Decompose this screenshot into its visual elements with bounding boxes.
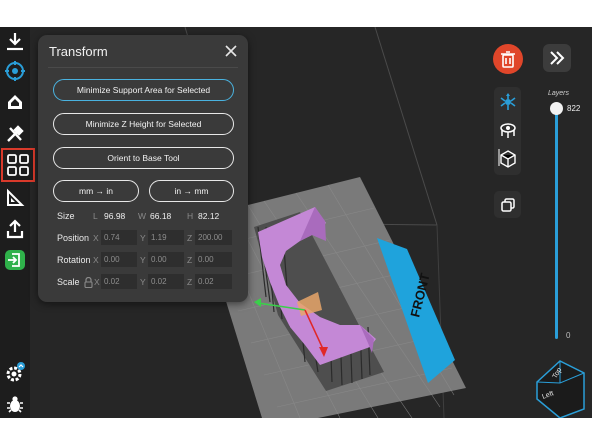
in-to-mm-button[interactable]: in → mm (149, 180, 234, 202)
download-icon[interactable] (3, 29, 27, 53)
mm-to-in-button[interactable]: mm → in (53, 180, 139, 202)
erase-icon[interactable] (3, 90, 27, 114)
position-x-axis: X (93, 233, 99, 243)
close-icon[interactable] (224, 44, 240, 60)
slicer-app: FRONT Top Left Transform Minimize Suppor… (0, 27, 592, 418)
position-z-field[interactable]: 200.00 (195, 230, 232, 245)
transform-panel: Transform Minimize Support Area for Sele… (38, 35, 248, 302)
layer-slider-track[interactable] (555, 109, 558, 339)
model-view-icon[interactable] (497, 91, 519, 113)
position-z-axis: Z (187, 233, 193, 243)
trash-icon[interactable] (493, 44, 523, 74)
position-x-field[interactable]: 0.74 (101, 230, 137, 245)
rotation-z-axis: Z (187, 255, 193, 265)
rotation-y-field[interactable]: 0.00 (148, 252, 184, 267)
grid-icon[interactable] (1, 148, 35, 182)
left-toolbar (0, 27, 35, 418)
duplicate-icon[interactable] (494, 191, 521, 218)
layer-min-value: 0 (566, 331, 571, 340)
rotation-x-axis: X (93, 255, 99, 265)
minimize-z-height-button[interactable]: Minimize Z Height for Selected (53, 113, 234, 135)
tools-icon[interactable] (3, 122, 27, 146)
rotation-y-axis: Y (140, 255, 146, 265)
position-y-axis: Y (140, 233, 146, 243)
scale-y-axis: Y (140, 277, 146, 287)
scale-z-axis: Z (187, 277, 193, 287)
rotation-label: Rotation (57, 255, 91, 265)
rotation-x-field[interactable]: 0.00 (101, 252, 137, 267)
minimize-support-area-button[interactable]: Minimize Support Area for Selected (53, 79, 234, 101)
export-icon[interactable] (3, 217, 27, 241)
settings-icon[interactable] (3, 361, 27, 385)
size-w-value: 66.18 (150, 211, 172, 221)
cube-view-icon[interactable] (497, 147, 519, 169)
exit-icon[interactable] (3, 248, 27, 272)
size-l-axis: L (93, 211, 98, 221)
support-view-icon[interactable] (497, 119, 519, 141)
rotate-view-icon[interactable] (3, 59, 27, 83)
scale-x-axis: X (94, 277, 100, 287)
rotation-z-field[interactable]: 0.00 (195, 252, 232, 267)
scale-label: Scale (57, 277, 80, 287)
layer-slider-handle[interactable] (550, 102, 563, 115)
size-h-value: 82.12 (198, 211, 220, 221)
scale-y-field[interactable]: 0.02 (148, 274, 184, 289)
size-h-axis: H (187, 211, 194, 221)
scale-z-field[interactable]: 0.02 (195, 274, 232, 289)
scale-x-field[interactable]: 0.02 (101, 274, 137, 289)
position-y-field[interactable]: 1.19 (148, 230, 184, 245)
view-mode-group (494, 87, 521, 175)
size-w-axis: W (138, 211, 147, 221)
layers-label: Layers (548, 90, 570, 97)
orient-to-base-button[interactable]: Orient to Base Tool (53, 147, 234, 169)
layer-max-value: 822 (567, 104, 581, 113)
forward-icon[interactable] (543, 44, 571, 72)
lock-icon[interactable] (84, 275, 93, 289)
ruler-icon[interactable] (3, 186, 27, 210)
panel-divider (48, 67, 238, 68)
panel-title: Transform (49, 44, 108, 59)
position-label: Position (57, 233, 90, 243)
size-label: Size (57, 211, 75, 221)
size-l-value: 96.98 (104, 211, 126, 221)
bug-icon[interactable] (3, 392, 27, 416)
view-cube[interactable]: Top Left (536, 360, 585, 418)
